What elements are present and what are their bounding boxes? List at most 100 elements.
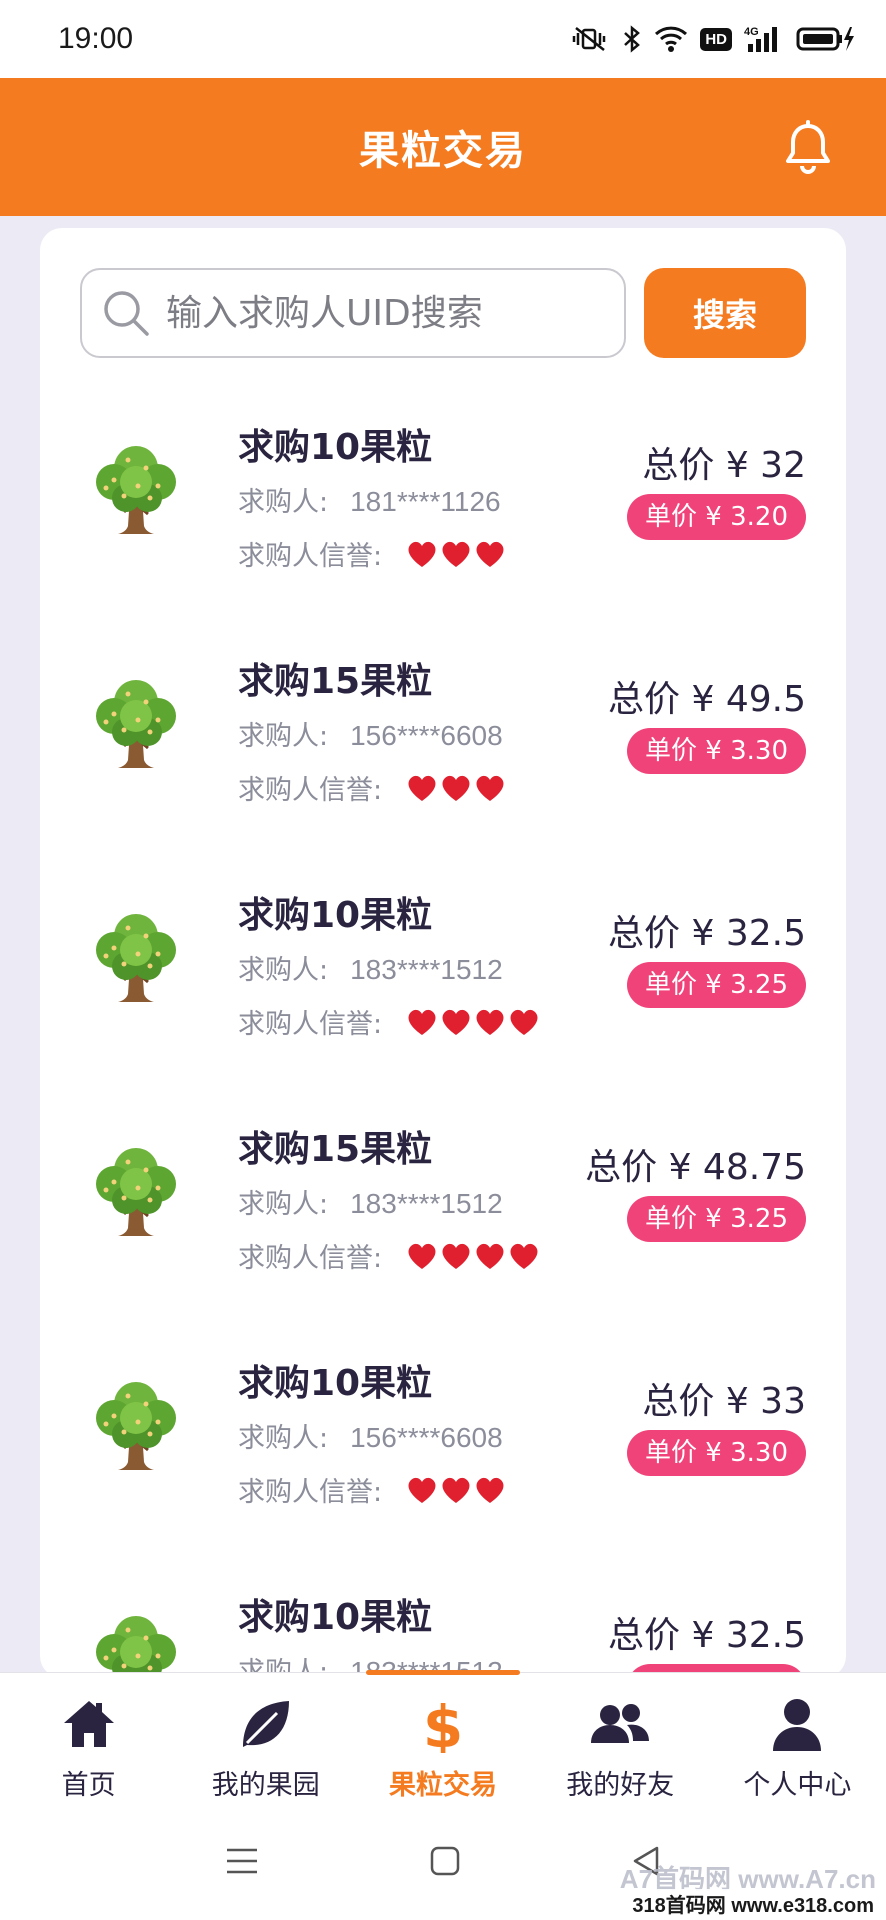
offer-item[interactable]: 求购15果粒 求购人: 183****1512 求购人信誉: 总价 ¥ 48.75…: [40, 1090, 846, 1324]
total-price: 总价 ¥ 33: [642, 1381, 806, 1422]
heart-icon: [474, 773, 506, 803]
person-icon: [773, 1699, 822, 1751]
unit-price-badge: 单价 ¥ 3.25: [627, 962, 806, 1008]
buyer-id: 156****6608: [350, 720, 503, 751]
search-icon: [104, 291, 149, 336]
nav-fruit-trade[interactable]: $ 果粒交易: [354, 1673, 531, 1802]
offer-list: 求购10果粒 求购人: 181****1126 求购人信誉: 总价 ¥ 32 单价…: [40, 388, 846, 1678]
search-button[interactable]: 搜索: [644, 268, 806, 358]
svg-text:4G: 4G: [744, 26, 759, 38]
heart-icon: [508, 1007, 540, 1037]
reputation-hearts: [406, 773, 506, 803]
heart-icon: [474, 1007, 506, 1037]
offer-item[interactable]: 求购10果粒 求购人: 181****1126 求购人信誉: 总价 ¥ 32 单价…: [40, 388, 846, 622]
nav-my-orchard[interactable]: 我的果园: [177, 1673, 354, 1802]
offer-title: 求购10果粒: [238, 1363, 433, 1404]
nav-label: 首页: [61, 1770, 116, 1801]
buyer-label: 求购人:: [238, 1189, 329, 1220]
friends-icon: [591, 1704, 650, 1743]
heart-icon: [440, 1241, 472, 1271]
tree-icon: [88, 1140, 184, 1240]
signal-4g-icon: 4G: [744, 26, 777, 52]
watermark-secondary: 318首码网 www.e318.com: [626, 1889, 880, 1918]
wifi-icon: [655, 26, 688, 52]
offer-item[interactable]: 求购15果粒 求购人: 156****6608 求购人信誉: 总价 ¥ 49.5 …: [40, 622, 846, 856]
menu-icon[interactable]: [225, 1844, 259, 1878]
offer-item[interactable]: 求购10果粒 求购人:183****1512 求购人信誉: 总价 ¥ 32.5 …: [40, 1558, 846, 1678]
reputation-hearts: [406, 539, 506, 569]
buyer-label: 求购人:: [238, 955, 329, 986]
heart-icon: [508, 1241, 540, 1271]
status-time: 19:00: [58, 22, 134, 55]
buyer-line: 求购人: 183****1512: [238, 948, 503, 987]
buyer-line: 求购人: 156****6608: [238, 1416, 503, 1455]
total-price: 总价 ¥ 48.75: [585, 1147, 806, 1188]
offer-title: 求购10果粒: [238, 1597, 433, 1638]
buyer-id: 183****1512: [350, 954, 503, 985]
status-bar: 19:00 HD 4G: [0, 0, 886, 78]
unit-price-badge: 单价 ¥ 3.25: [627, 1196, 806, 1242]
nav-profile[interactable]: 个人中心: [709, 1673, 886, 1802]
nav-my-friends[interactable]: 我的好友: [532, 1673, 709, 1802]
unit-price-badge: 单价 ¥ 3.30: [627, 1430, 806, 1476]
heart-icon: [474, 539, 506, 569]
svg-text:$: $: [423, 1695, 463, 1753]
home-square-icon[interactable]: [429, 1845, 461, 1877]
offer-card: 搜索 求购10果粒 求购人: 181****1126 求购人信誉: 总价 ¥ 32…: [40, 228, 846, 1678]
heart-icon: [474, 1241, 506, 1271]
search-row: 搜索: [80, 268, 806, 358]
heart-icon: [474, 1475, 506, 1505]
status-icons: HD 4G: [570, 24, 856, 54]
tree-icon: [88, 1608, 184, 1678]
nav-home[interactable]: 首页: [0, 1673, 177, 1802]
offer-title: 求购15果粒: [238, 1129, 433, 1170]
buyer-label: 求购人:: [238, 1423, 329, 1454]
tree-icon: [88, 906, 184, 1006]
total-price: 总价 ¥ 32.5: [608, 1615, 806, 1656]
reputation-label: 求购人信誉:: [238, 1477, 383, 1508]
heart-icon: [406, 539, 438, 569]
home-icon: [63, 1701, 114, 1747]
heart-icon: [440, 1475, 472, 1505]
reputation-label: 求购人信誉:: [238, 1009, 383, 1040]
hd-icon: HD: [700, 27, 732, 51]
offer-title: 求购10果粒: [238, 895, 433, 936]
reputation-line: 求购人信誉:: [238, 768, 506, 807]
search-box[interactable]: [80, 268, 626, 358]
offer-title: 求购15果粒: [238, 661, 433, 702]
heart-icon: [406, 773, 438, 803]
battery-icon: [796, 27, 854, 51]
offer-item[interactable]: 求购10果粒 求购人: 156****6608 求购人信誉: 总价 ¥ 33 单价…: [40, 1324, 846, 1558]
unit-price-badge: 单价 ¥ 3.20: [627, 494, 806, 540]
reputation-line: 求购人信誉:: [238, 1470, 506, 1509]
offer-item[interactable]: 求购10果粒 求购人:183****1512 求购人信誉: 总价 ¥ 32.5 …: [40, 856, 846, 1090]
total-price: 总价 ¥ 32.5: [608, 913, 806, 954]
buyer-label: 求购人:: [238, 487, 329, 518]
reputation-line: 求购人信誉:: [238, 1236, 540, 1275]
app-header: 果粒交易: [0, 78, 886, 216]
tree-icon: [88, 438, 184, 538]
heart-icon: [406, 1475, 438, 1505]
reputation-hearts: [406, 1007, 540, 1037]
tree-icon: [88, 672, 184, 772]
nav-label: 我的果园: [211, 1770, 320, 1801]
page-title: 果粒交易: [359, 128, 527, 174]
offer-title: 求购10果粒: [238, 427, 433, 468]
heart-icon: [440, 1007, 472, 1037]
heart-icon: [406, 1241, 438, 1271]
heart-icon: [440, 773, 472, 803]
buyer-id: 183****1512: [350, 1188, 503, 1219]
nav-label: 果粒交易: [389, 1770, 497, 1801]
reputation-hearts: [406, 1241, 540, 1271]
leaf-icon: [242, 1701, 289, 1747]
reputation-label: 求购人信誉:: [238, 775, 383, 806]
reputation-line: 求购人信誉:: [238, 1002, 540, 1041]
search-input[interactable]: [166, 292, 606, 334]
unit-price-badge: 单价 ¥ 3.30: [627, 728, 806, 774]
bell-icon[interactable]: [782, 120, 834, 176]
reputation-label: 求购人信誉:: [238, 541, 383, 572]
reputation-hearts: [406, 1475, 506, 1505]
buyer-line: 求购人: 183****1512: [238, 1182, 503, 1221]
buyer-label: 求购人:: [238, 721, 329, 752]
bluetooth-icon: [624, 25, 641, 53]
